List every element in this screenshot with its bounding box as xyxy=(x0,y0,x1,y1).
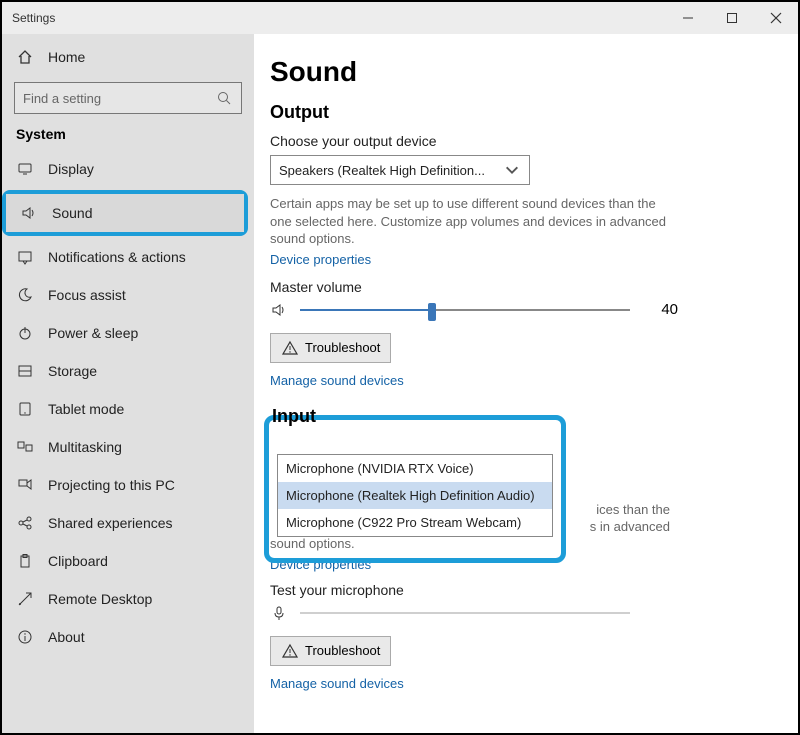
output-hint: Certain apps may be set up to use differ… xyxy=(270,195,670,248)
sidebar-item-label: Remote Desktop xyxy=(48,591,152,607)
sidebar-item-remote[interactable]: Remote Desktop xyxy=(2,580,254,618)
search-placeholder: Find a setting xyxy=(23,91,215,106)
sidebar-item-label: Clipboard xyxy=(48,553,108,569)
multitask-icon xyxy=(16,438,34,456)
input-troubleshoot-button[interactable]: Troubleshoot xyxy=(270,636,391,666)
sidebar-item-multitask[interactable]: Multitasking xyxy=(2,428,254,466)
sidebar-group-label: System xyxy=(2,122,254,150)
sidebar-item-project[interactable]: Projecting to this PC xyxy=(2,466,254,504)
tablet-icon xyxy=(16,400,34,418)
sidebar-item-share[interactable]: Shared experiences xyxy=(2,504,254,542)
master-volume-label: Master volume xyxy=(270,279,770,295)
sidebar-item-moon[interactable]: Focus assist xyxy=(2,276,254,314)
remote-icon xyxy=(16,590,34,608)
output-device-select[interactable]: Speakers (Realtek High Definition... xyxy=(270,155,530,185)
sidebar-item-label: Multitasking xyxy=(48,439,122,455)
sidebar-item-display[interactable]: Display xyxy=(2,150,254,188)
output-choose-label: Choose your output device xyxy=(270,133,770,149)
input-manage-link[interactable]: Manage sound devices xyxy=(270,676,770,691)
warning-icon xyxy=(281,339,299,357)
chevron-down-icon xyxy=(503,161,521,179)
sidebar: Home Find a setting System Display Sound N… xyxy=(2,34,254,733)
window-title: Settings xyxy=(12,11,55,25)
input-troubleshoot-label: Troubleshoot xyxy=(305,643,380,658)
mic-level-meter xyxy=(300,612,630,614)
notifications-icon xyxy=(16,248,34,266)
output-device-selected: Speakers (Realtek High Definition... xyxy=(279,163,485,178)
sound-icon xyxy=(20,204,38,222)
input-heading: Input xyxy=(270,406,770,427)
clipboard-icon xyxy=(16,552,34,570)
maximize-button[interactable] xyxy=(710,2,754,34)
sidebar-home[interactable]: Home xyxy=(2,38,254,76)
input-hint-frag1: ices than the xyxy=(596,502,670,517)
sidebar-item-tablet[interactable]: Tablet mode xyxy=(2,390,254,428)
volume-slider[interactable] xyxy=(300,309,630,311)
output-heading: Output xyxy=(270,102,770,123)
volume-value: 40 xyxy=(642,301,678,318)
sidebar-item-label: About xyxy=(48,629,85,645)
output-troubleshoot-label: Troubleshoot xyxy=(305,340,380,355)
input-device-dropdown[interactable]: Microphone (NVIDIA RTX Voice) Microphone… xyxy=(277,454,553,537)
page-title: Sound xyxy=(270,56,770,88)
input-option-1[interactable]: Microphone (Realtek High Definition Audi… xyxy=(278,482,552,509)
sidebar-item-label: Projecting to this PC xyxy=(48,477,175,493)
speaker-icon[interactable] xyxy=(270,301,288,319)
output-device-properties-link[interactable]: Device properties xyxy=(270,252,770,267)
warning-icon xyxy=(281,642,299,660)
sidebar-item-label: Notifications & actions xyxy=(48,249,186,265)
sidebar-item-storage[interactable]: Storage xyxy=(2,352,254,390)
close-button[interactable] xyxy=(754,2,798,34)
sidebar-item-label: Power & sleep xyxy=(48,325,138,341)
sidebar-item-power[interactable]: Power & sleep xyxy=(2,314,254,352)
input-section-highlight: Microphone (NVIDIA RTX Voice) Microphone… xyxy=(264,415,566,563)
display-icon xyxy=(16,160,34,178)
sidebar-item-clipboard[interactable]: Clipboard xyxy=(2,542,254,580)
output-manage-link[interactable]: Manage sound devices xyxy=(270,373,770,388)
sidebar-item-label: Shared experiences xyxy=(48,515,173,531)
search-icon xyxy=(215,89,233,107)
minimize-button[interactable] xyxy=(666,2,710,34)
project-icon xyxy=(16,476,34,494)
about-icon xyxy=(16,628,34,646)
titlebar: Settings xyxy=(2,2,798,34)
moon-icon xyxy=(16,286,34,304)
input-hint-frag2: s in advanced xyxy=(590,519,670,534)
input-option-2[interactable]: Microphone (C922 Pro Stream Webcam) xyxy=(278,509,552,536)
sidebar-item-label: Focus assist xyxy=(48,287,126,303)
content-pane: Sound Output Choose your output device S… xyxy=(254,34,798,733)
share-icon xyxy=(16,514,34,532)
power-icon xyxy=(16,324,34,342)
sidebar-item-label: Storage xyxy=(48,363,97,379)
test-mic-label: Test your microphone xyxy=(270,582,770,598)
sidebar-item-label: Display xyxy=(48,161,94,177)
sidebar-home-label: Home xyxy=(48,49,85,65)
sidebar-item-label: Tablet mode xyxy=(48,401,124,417)
home-icon xyxy=(16,48,34,66)
sidebar-item-sound[interactable]: Sound xyxy=(6,194,244,232)
output-troubleshoot-button[interactable]: Troubleshoot xyxy=(270,333,391,363)
sidebar-item-label: Sound xyxy=(52,205,92,221)
sidebar-item-notifications[interactable]: Notifications & actions xyxy=(2,238,254,276)
search-input[interactable]: Find a setting xyxy=(14,82,242,114)
sidebar-item-about[interactable]: About xyxy=(2,618,254,656)
input-option-0[interactable]: Microphone (NVIDIA RTX Voice) xyxy=(278,455,552,482)
storage-icon xyxy=(16,362,34,380)
microphone-icon xyxy=(270,604,288,622)
